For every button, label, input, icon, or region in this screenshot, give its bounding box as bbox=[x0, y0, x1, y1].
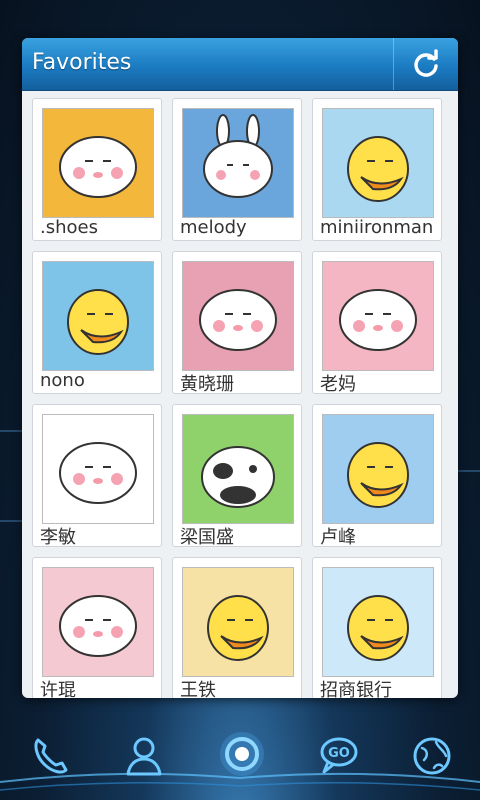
contact-avatar bbox=[42, 567, 154, 677]
contacts-icon[interactable] bbox=[118, 730, 170, 782]
contact-name: nono bbox=[40, 370, 85, 391]
contact-name: .shoes bbox=[40, 217, 98, 238]
contact-tile[interactable]: 招商银行 bbox=[312, 557, 442, 698]
dock: GO bbox=[0, 720, 480, 800]
svg-text:GO: GO bbox=[328, 746, 350, 761]
contact-tile[interactable]: 黄晓珊 bbox=[172, 251, 302, 395]
contact-name: 卢峰 bbox=[320, 527, 356, 548]
contact-name: 梁国盛 bbox=[180, 527, 234, 548]
widget-header: Favorites bbox=[22, 38, 458, 91]
app-drawer-icon[interactable] bbox=[214, 726, 266, 778]
contact-avatar bbox=[42, 108, 154, 218]
contact-name: 许琨 bbox=[40, 680, 76, 698]
contact-name: 黄晓珊 bbox=[180, 374, 234, 395]
contact-avatar bbox=[182, 108, 294, 218]
contact-name: 招商银行 bbox=[320, 680, 392, 698]
wallpaper-streak bbox=[0, 520, 24, 522]
contact-tile[interactable]: 梁国盛 bbox=[172, 404, 302, 548]
contact-avatar bbox=[182, 414, 294, 524]
contact-tile[interactable]: 卢峰 bbox=[312, 404, 442, 548]
contact-name: 王铁 bbox=[180, 680, 216, 698]
contact-avatar bbox=[322, 108, 434, 218]
contact-avatar bbox=[322, 567, 434, 677]
refresh-icon bbox=[414, 49, 438, 77]
wallpaper-streak bbox=[458, 470, 480, 472]
messaging-icon[interactable]: GO bbox=[312, 730, 364, 782]
contact-tile[interactable]: nono bbox=[32, 251, 162, 394]
contact-tile[interactable]: melody bbox=[172, 98, 302, 241]
contact-avatar bbox=[182, 261, 294, 371]
contact-avatar bbox=[322, 414, 434, 524]
contact-name: 李敏 bbox=[40, 527, 76, 548]
phone-icon[interactable] bbox=[24, 730, 76, 782]
browser-icon[interactable] bbox=[406, 730, 458, 782]
contact-tile[interactable]: miniironman bbox=[312, 98, 442, 241]
contact-tile[interactable]: 许琨 bbox=[32, 557, 162, 698]
contact-avatar bbox=[182, 567, 294, 677]
contact-name: miniironman bbox=[320, 217, 434, 238]
contact-avatar bbox=[42, 261, 154, 371]
contact-tile[interactable]: 老妈 bbox=[312, 251, 442, 395]
refresh-button[interactable] bbox=[393, 38, 458, 90]
contact-name: 老妈 bbox=[320, 374, 356, 395]
contact-avatar bbox=[42, 414, 154, 524]
favorites-widget: Favorites .shoes melody miniironman nono… bbox=[22, 38, 458, 698]
contact-tile[interactable]: 王铁 bbox=[172, 557, 302, 698]
contact-avatar bbox=[322, 261, 434, 371]
contact-tile[interactable]: .shoes bbox=[32, 98, 162, 241]
contact-name: melody bbox=[180, 217, 247, 238]
contact-tile[interactable]: 李敏 bbox=[32, 404, 162, 548]
widget-title: Favorites bbox=[32, 50, 132, 75]
